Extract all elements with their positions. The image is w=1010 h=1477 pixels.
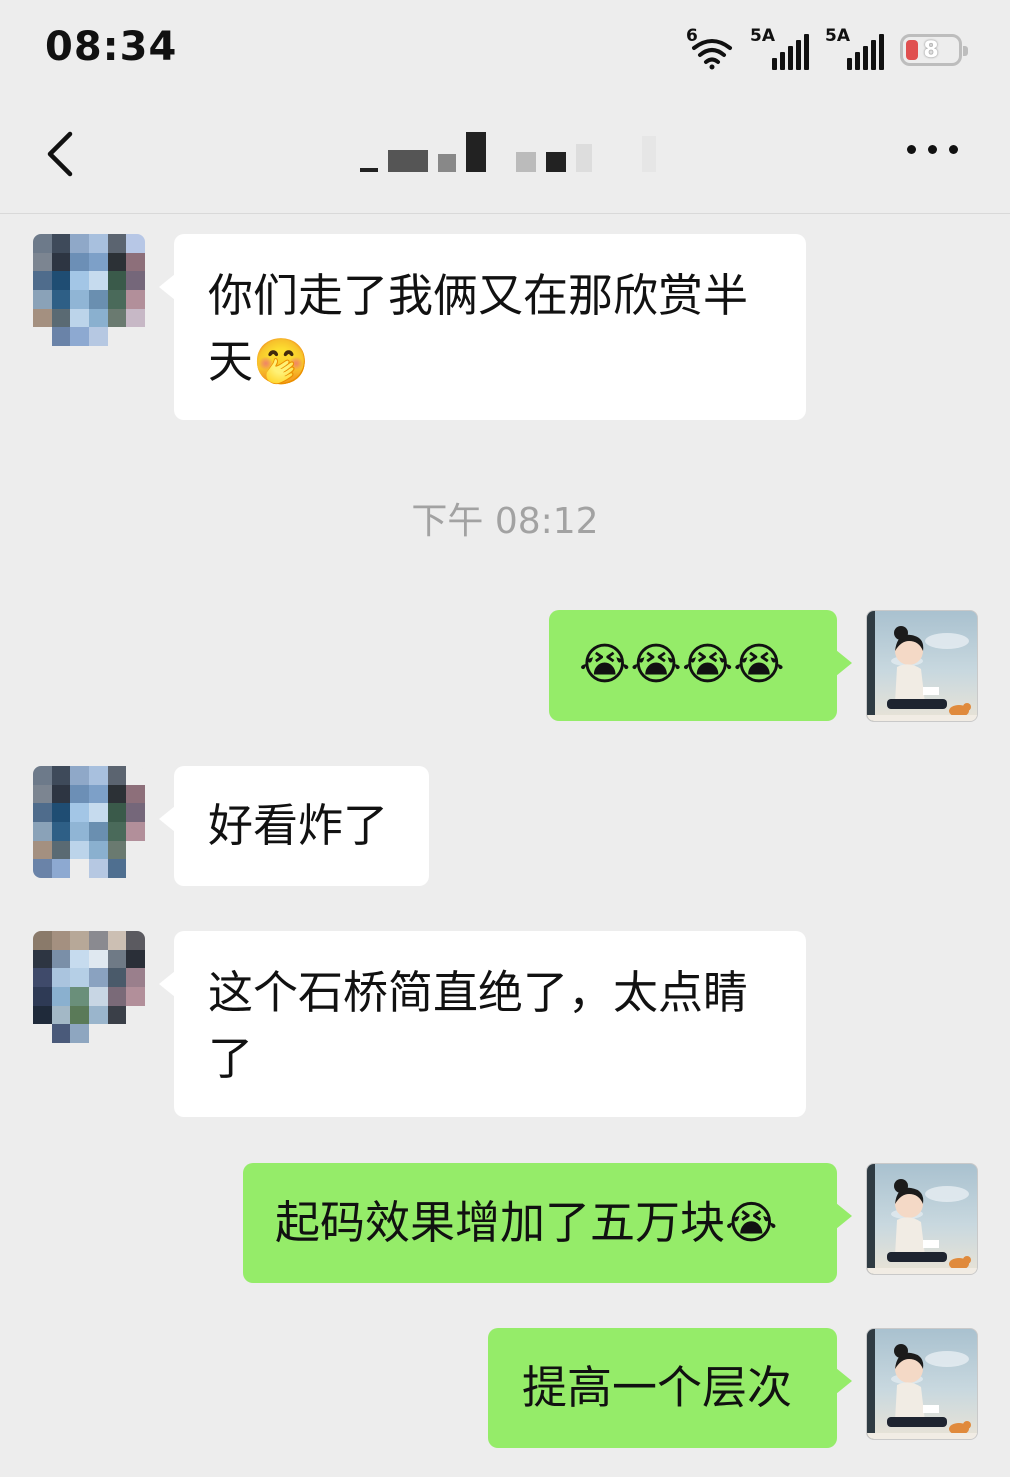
more-dots-icon: [907, 145, 916, 154]
girl-reading-avatar-image: [867, 1164, 977, 1274]
chat-header: [0, 100, 1010, 214]
contact-avatar[interactable]: [33, 234, 145, 346]
back-button[interactable]: [40, 128, 84, 180]
contact-avatar[interactable]: [33, 766, 145, 878]
girl-reading-avatar-image: [867, 611, 977, 721]
avatar-mosaic: [33, 766, 145, 878]
wifi-label: 6: [686, 26, 698, 46]
status-bar: 08:34 6 5A 5A 8: [0, 0, 1010, 100]
status-icons: 6 5A 5A 8: [686, 26, 968, 72]
sim1-label: 5A: [750, 26, 775, 46]
my-avatar[interactable]: [866, 610, 978, 722]
more-button[interactable]: [907, 145, 958, 154]
contact-avatar[interactable]: [33, 931, 145, 1043]
sim2-label: 5A: [825, 26, 850, 46]
avatar-mosaic: [33, 931, 145, 1043]
girl-reading-avatar-image: [867, 1329, 977, 1439]
status-time: 08:34: [45, 24, 178, 70]
signal-icon-sim2: 5A: [825, 26, 884, 70]
message-bubble-incoming[interactable]: 这个石桥简直绝了，太点睛了: [159, 931, 806, 1117]
chat-title-redacted: [360, 132, 656, 172]
my-avatar[interactable]: [866, 1328, 978, 1440]
avatar-mosaic: [33, 234, 145, 346]
message-bubble-incoming[interactable]: 你们走了我俩又在那欣赏半天🤭: [159, 234, 806, 420]
battery-icon: 8: [900, 34, 968, 66]
message-bubble-outgoing[interactable]: 提高一个层次: [488, 1328, 852, 1448]
my-avatar[interactable]: [866, 1163, 978, 1275]
wifi-icon: 6: [686, 26, 734, 70]
message-bubble-incoming[interactable]: 好看炸了: [159, 766, 429, 886]
battery-level: 8: [923, 37, 939, 63]
signal-icon-sim1: 5A: [750, 26, 809, 70]
message-bubble-outgoing[interactable]: 起码效果增加了五万块😭: [243, 1163, 852, 1283]
message-timestamp: 下午 08:12: [411, 501, 599, 542]
message-bubble-outgoing[interactable]: 😭😭😭😭: [549, 610, 852, 721]
chevron-left-icon: [47, 131, 73, 177]
